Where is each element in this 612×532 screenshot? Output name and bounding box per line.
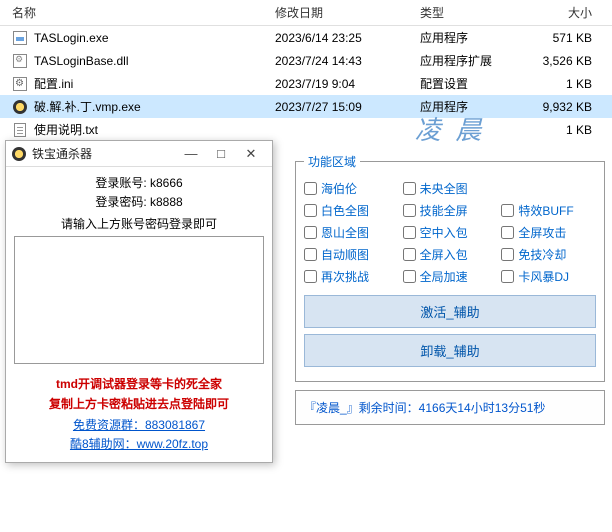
checkbox-input[interactable] [501,248,514,261]
login-title: 铁宝通杀器 [32,145,92,162]
warning-text-2: 复制上方卡密粘贴进去点登陆即可 [14,394,264,414]
file-icon [12,53,28,69]
checkbox-label: 全屏攻击 [518,224,566,241]
checkbox-input[interactable] [304,204,317,217]
file-name: 使用说明.txt [34,121,98,138]
checkbox-input[interactable] [403,204,416,217]
checkbox-label: 空中入包 [420,224,468,241]
feature-checkbox[interactable]: 全屏入包 [403,246,498,263]
file-icon [12,99,28,115]
checkbox-label: 全局加速 [420,268,468,285]
minimize-button[interactable]: — [176,146,206,161]
feature-checkbox[interactable]: 免技冷却 [501,246,596,263]
cheat-title: 凌 晨 [295,110,605,147]
checkbox-input[interactable] [403,248,416,261]
checkbox-input[interactable] [304,248,317,261]
login-window: 铁宝通杀器 — □ ✕ 登录账号: k8666 登录密码: k8888 请输入上… [5,140,273,463]
file-date: 2023/7/19 9:04 [275,77,420,91]
header-size[interactable]: 大小 [520,4,600,21]
file-icon [12,122,28,138]
app-icon [12,147,26,161]
checkbox-label: 全屏入包 [420,246,468,263]
file-row[interactable]: TASLoginBase.dll 2023/7/24 14:43应用程序扩展3,5… [0,49,612,72]
password-line: 登录密码: k8888 [14,194,264,211]
website-link[interactable]: 酷8辅助网：www.20fz.top [14,435,264,452]
feature-checkbox[interactable]: 白色全图 [304,202,399,219]
checkbox-label: 恩山全图 [321,224,369,241]
file-date: 2023/6/14 23:25 [275,31,420,45]
feature-checkbox[interactable]: 特效BUFF [501,202,596,219]
file-name: TASLogin.exe [34,31,109,45]
close-button[interactable]: ✕ [236,146,266,162]
checkbox-input[interactable] [501,204,514,217]
checkbox-label: 技能全屏 [420,202,468,219]
file-size: 3,526 KB [520,54,600,68]
checkbox-input[interactable] [403,182,416,195]
function-legend: 功能区域 [304,153,360,170]
checkbox-label: 自动顺图 [321,246,369,263]
feature-checkbox[interactable]: 卡风暴DJ [501,268,596,285]
checkbox-input[interactable] [304,226,317,239]
checkbox-label: 特效BUFF [518,202,573,219]
file-type: 应用程序 [420,29,520,46]
header-name[interactable]: 名称 [0,4,275,21]
file-row[interactable]: TASLogin.exe 2023/6/14 23:25应用程序571 KB [0,26,612,49]
maximize-button[interactable]: □ [206,146,236,161]
file-name: TASLoginBase.dll [34,54,129,68]
feature-checkbox[interactable]: 再次挑战 [304,268,399,285]
checkbox-label: 卡风暴DJ [518,268,569,285]
file-name: 配置.ini [34,75,73,92]
unload-button[interactable]: 卸载_辅助 [304,334,596,367]
feature-checkbox[interactable]: 全局加速 [403,268,498,285]
feature-checkbox[interactable]: 恩山全图 [304,224,399,241]
checkbox-input[interactable] [501,226,514,239]
file-row[interactable]: 配置.ini 2023/7/19 9:04配置设置1 KB [0,72,612,95]
header-date[interactable]: 修改日期 [275,4,420,21]
file-icon [12,30,28,46]
login-content: 登录账号: k8666 登录密码: k8888 请输入上方账号密码登录即可 tm… [6,167,272,462]
header-type[interactable]: 类型 [420,4,520,21]
feature-checkbox[interactable]: 自动顺图 [304,246,399,263]
resource-group-link[interactable]: 免费资源群：883081867 [14,416,264,433]
checkbox-input[interactable] [501,270,514,283]
checkbox-label: 再次挑战 [321,268,369,285]
file-name: 破.解.补.丁.vmp.exe [34,98,141,115]
checkbox-label: 白色全图 [321,202,369,219]
feature-checkbox[interactable]: 空中入包 [403,224,498,241]
file-date: 2023/7/24 14:43 [275,54,420,68]
file-icon [12,76,28,92]
activate-button[interactable]: 激活_辅助 [304,295,596,328]
feature-checkbox[interactable]: 全屏攻击 [501,224,596,241]
checkbox-label: 未央全图 [420,180,468,197]
function-area: 功能区域 海伯伦未央全图x白色全图技能全屏特效BUFF恩山全图空中入包全屏攻击自… [295,153,605,382]
checkbox-label: 免技冷却 [518,246,566,263]
checkbox-input[interactable] [304,182,317,195]
feature-checkbox[interactable]: 技能全屏 [403,202,498,219]
login-titlebar[interactable]: 铁宝通杀器 — □ ✕ [6,141,272,167]
status-box: 『凌晨_』剩余时间：4166天14小时13分51秒 [295,390,605,425]
file-size: 571 KB [520,31,600,45]
account-line: 登录账号: k8666 [14,175,264,192]
checkbox-input[interactable] [304,270,317,283]
cheat-panel: 凌 晨 功能区域 海伯伦未央全图x白色全图技能全屏特效BUFF恩山全图空中入包全… [295,110,605,425]
checkbox-label: 海伯伦 [321,180,357,197]
login-hint: 请输入上方账号密码登录即可 [14,215,264,232]
checkbox-input[interactable] [403,270,416,283]
file-type: 配置设置 [420,75,520,92]
file-type: 应用程序扩展 [420,52,520,69]
file-size: 1 KB [520,77,600,91]
feature-checkbox[interactable]: 未央全图 [403,180,498,197]
warning-text-1: tmd开调试器登录等卡的死全家 [14,374,264,394]
checkbox-input[interactable] [403,226,416,239]
credential-input[interactable] [14,236,264,364]
feature-checkbox[interactable]: 海伯伦 [304,180,399,197]
file-header-row: 名称 修改日期 类型 大小 [0,0,612,26]
